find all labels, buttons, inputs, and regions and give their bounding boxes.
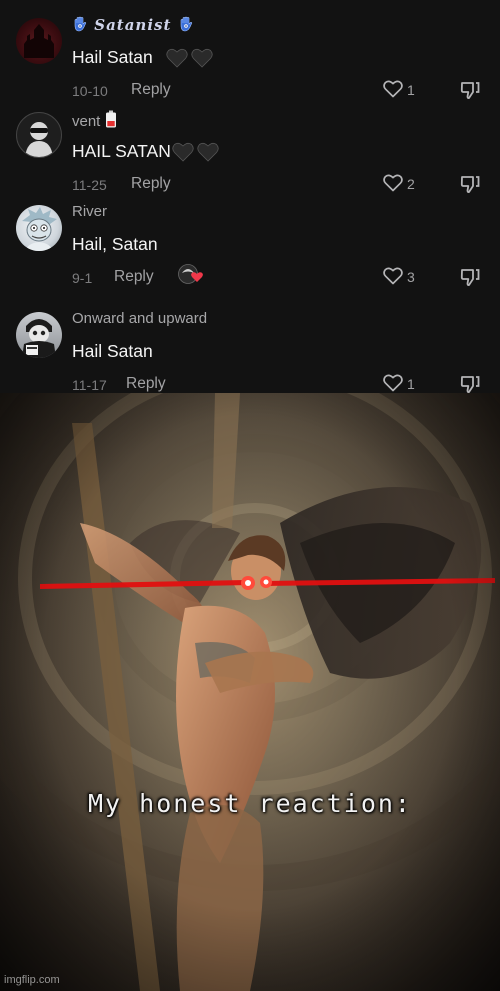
comment-item: vent HAIL SATAN 11-25 Reply 2 <box>0 106 500 202</box>
like-button[interactable]: 3 <box>383 266 433 288</box>
black-heart-icon <box>172 143 194 162</box>
creator-liked-icon <box>178 264 203 284</box>
avatar[interactable] <box>16 112 62 158</box>
meme-caption: My honest reaction: <box>88 789 412 818</box>
comment-username[interactable]: vent <box>72 110 117 130</box>
comment-list: 𝑺𝒂𝒕𝒂𝒏𝒊𝒔𝒕 Hail Satan 10-10 Reply 1 vent H… <box>0 0 500 393</box>
like-button[interactable]: 2 <box>383 173 433 195</box>
comment-date: 9-1 <box>72 270 93 286</box>
heart-outline-icon <box>383 80 403 98</box>
comment-date: 11-25 <box>72 177 107 193</box>
dislike-icon[interactable] <box>459 79 481 101</box>
comment-text: Hail Satan <box>72 341 153 361</box>
hamsa-icon <box>74 16 87 32</box>
comment-username[interactable]: Onward and upward <box>72 310 207 327</box>
comment-username[interactable]: River <box>72 203 107 220</box>
reply-button[interactable]: Reply <box>131 175 171 193</box>
imgflip-watermark: imgflip.com <box>4 974 60 986</box>
heart-outline-icon <box>383 174 403 192</box>
comment-date: 11-17 <box>72 377 107 393</box>
comment-text: Hail, Satan <box>72 234 158 254</box>
like-count: 1 <box>407 376 415 392</box>
comment-username[interactable]: 𝑺𝒂𝒕𝒂𝒏𝒊𝒔𝒕 <box>72 16 194 34</box>
hooded-figure-icon <box>25 122 53 157</box>
comment-item: Onward and upward Hail Satan 11-17 Reply… <box>0 306 500 393</box>
comment-text-content: HAIL SATAN <box>72 141 171 161</box>
comment-text: HAIL SATAN <box>72 141 219 162</box>
comment-date: 10-10 <box>72 83 108 99</box>
meme-image: My honest reaction: imgflip.com <box>0 393 500 991</box>
like-count: 1 <box>407 82 415 98</box>
cartoon-character-icon <box>22 207 57 251</box>
battery-icon <box>105 110 116 128</box>
black-heart-icon <box>165 49 188 68</box>
like-button[interactable]: 1 <box>383 79 433 101</box>
black-heart-icon <box>197 143 219 162</box>
avatar[interactable] <box>16 312 62 358</box>
comment-text-content: Hail Satan <box>72 47 153 67</box>
avatar[interactable] <box>16 205 62 251</box>
masked-person-icon <box>22 319 56 358</box>
dislike-icon[interactable] <box>459 266 481 288</box>
comment-username-text: vent <box>72 113 101 130</box>
archangel-painting-illustration <box>0 393 500 991</box>
like-button[interactable]: 1 <box>383 373 433 393</box>
comment-text: Hail Satan <box>72 47 213 68</box>
like-count: 2 <box>407 176 415 192</box>
castle-silhouette-icon <box>24 24 54 58</box>
reply-button[interactable]: Reply <box>131 81 171 99</box>
black-heart-icon <box>190 49 213 68</box>
like-count: 3 <box>407 269 415 285</box>
heart-outline-icon <box>383 374 403 392</box>
avatar[interactable] <box>16 18 62 64</box>
reply-button[interactable]: Reply <box>126 375 166 393</box>
dislike-icon[interactable] <box>459 373 481 393</box>
reply-button[interactable]: Reply <box>114 268 154 286</box>
dislike-icon[interactable] <box>459 173 481 195</box>
hamsa-icon <box>180 16 192 32</box>
comment-username-text: 𝑺𝒂𝒕𝒂𝒏𝒊𝒔𝒕 <box>94 16 172 34</box>
heart-outline-icon <box>383 267 403 285</box>
comment-item: River Hail, Satan 9-1 Reply 3 <box>0 199 500 295</box>
comment-item: 𝑺𝒂𝒕𝒂𝒏𝒊𝒔𝒕 Hail Satan 10-10 Reply 1 <box>0 12 500 108</box>
